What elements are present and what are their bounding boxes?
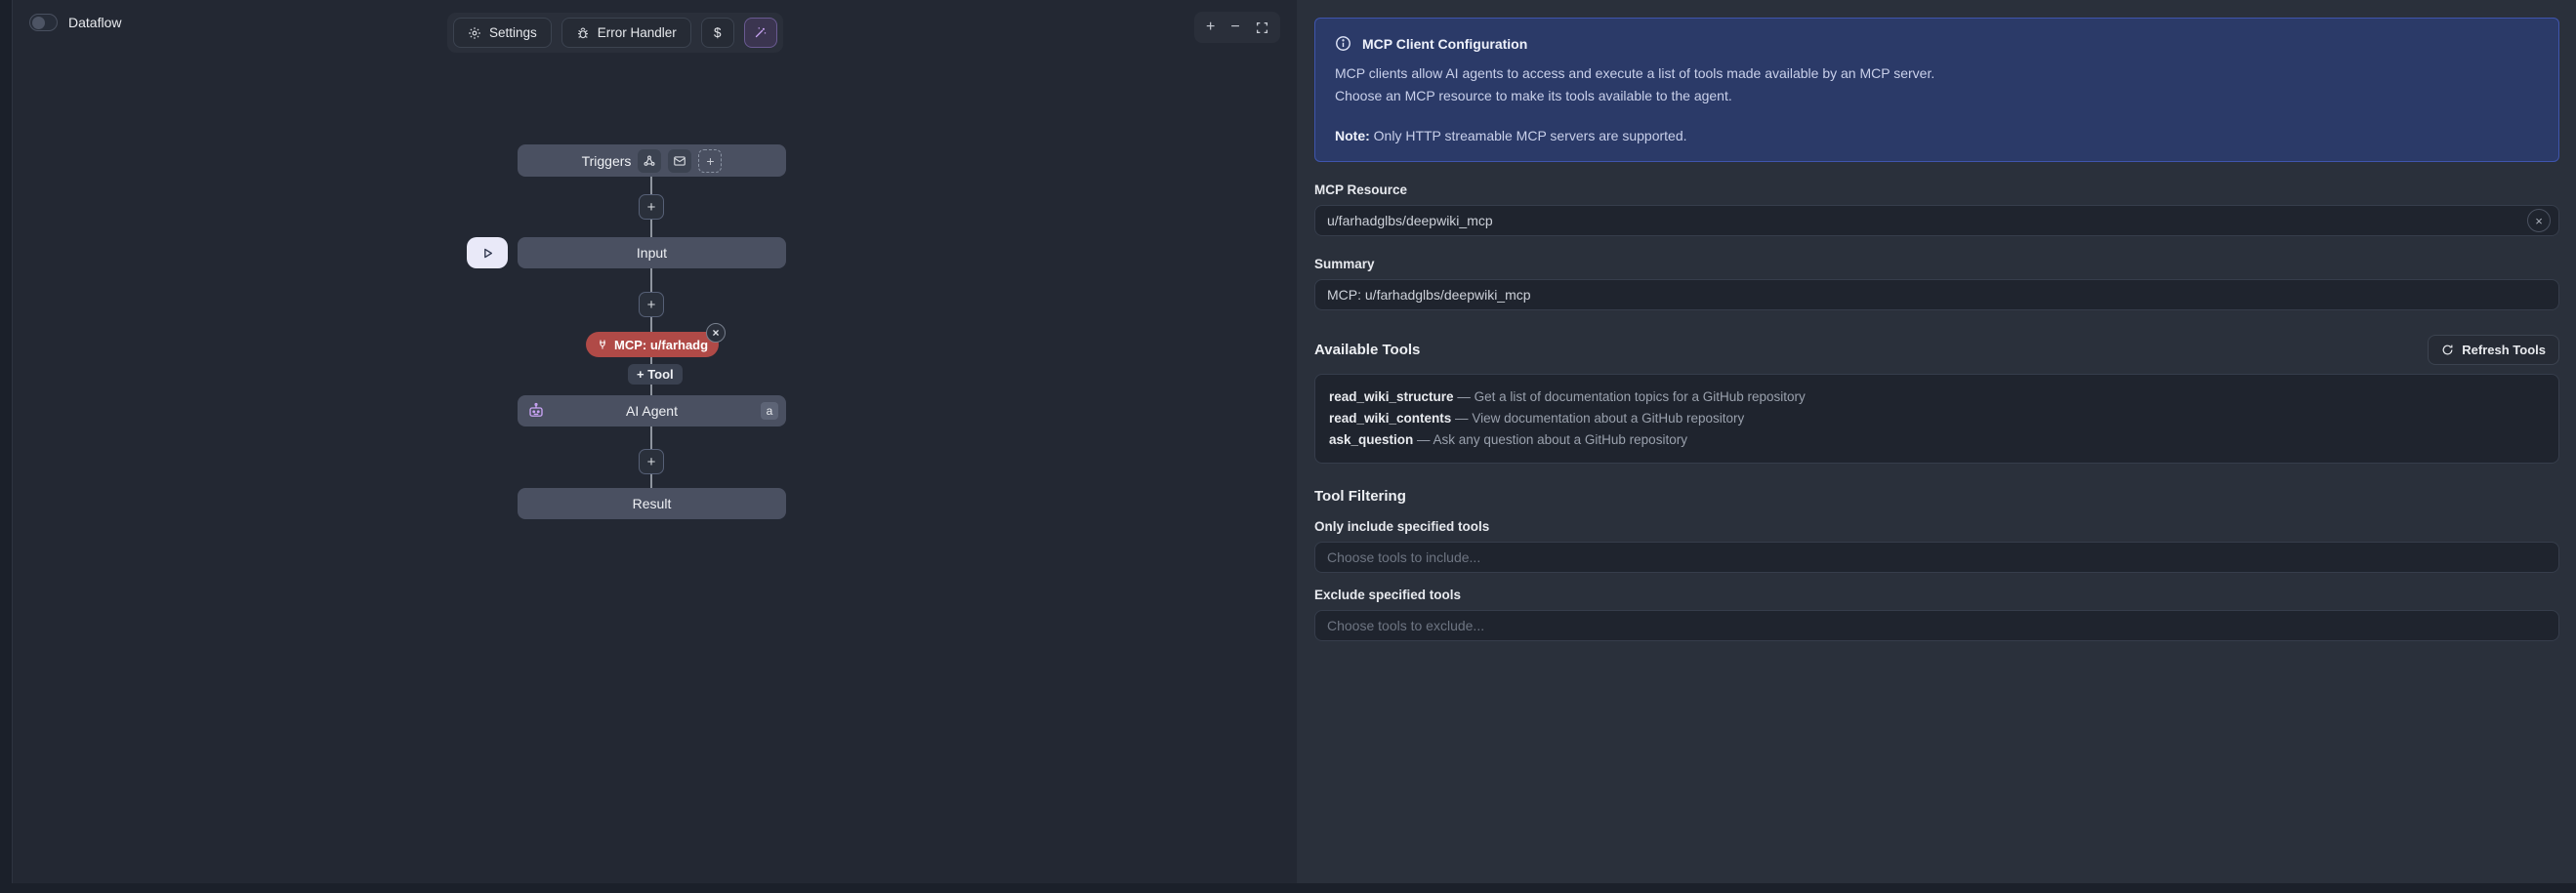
summary-label: Summary xyxy=(1314,257,2559,271)
run-input-button[interactable] xyxy=(467,237,508,268)
input-node[interactable]: Input xyxy=(518,237,786,268)
result-node[interactable]: Result xyxy=(518,488,786,519)
plus-icon: + xyxy=(647,454,656,470)
refresh-tools-label: Refresh Tools xyxy=(2462,343,2546,357)
settings-label: Settings xyxy=(489,25,537,40)
webhook-trigger-button[interactable] xyxy=(638,149,661,173)
tool-name: ask_question xyxy=(1329,432,1413,447)
zoom-out-button[interactable]: − xyxy=(1230,20,1239,35)
mcp-config-panel: MCP Client Configuration MCP clients all… xyxy=(1297,0,2576,883)
clear-mcp-resource-button[interactable]: × xyxy=(2527,209,2551,232)
close-icon: × xyxy=(712,326,719,340)
add-node-button-1[interactable]: + xyxy=(639,194,664,220)
mcp-tool-node[interactable]: MCP: u/farhadgl... × xyxy=(586,332,719,357)
include-tools-input[interactable] xyxy=(1314,542,2559,573)
info-note-text: Only HTTP streamable MCP servers are sup… xyxy=(1370,128,1687,143)
dataflow-toggle-row: Dataflow xyxy=(29,14,121,31)
available-tools-list: read_wiki_structure — Get a list of docu… xyxy=(1314,374,2559,464)
plus-icon: + xyxy=(647,297,656,313)
info-line-1: MCP clients allow AI agents to access an… xyxy=(1335,62,2539,85)
plus-icon: + xyxy=(1206,20,1215,35)
info-box-title: MCP Client Configuration xyxy=(1362,36,1527,52)
input-node-label: Input xyxy=(637,245,667,261)
triggers-node[interactable]: Triggers + xyxy=(518,144,786,177)
mcp-resource-input[interactable] xyxy=(1314,205,2559,236)
toggle-knob xyxy=(32,17,45,29)
tool-row: ask_question — Ask any question about a … xyxy=(1329,429,2545,451)
minus-icon: − xyxy=(1230,20,1239,35)
tool-name: read_wiki_structure xyxy=(1329,389,1454,404)
triggers-label: Triggers xyxy=(582,153,632,169)
ai-assist-button[interactable] xyxy=(744,18,777,48)
mcp-node-label: MCP: u/farhadgl... xyxy=(614,338,708,352)
add-tool-button[interactable]: + Tool xyxy=(628,364,683,385)
email-trigger-button[interactable] xyxy=(668,149,691,173)
tool-name: read_wiki_contents xyxy=(1329,411,1451,426)
ai-agent-label: AI Agent xyxy=(626,403,678,419)
fullscreen-icon xyxy=(1256,21,1268,34)
close-icon: × xyxy=(2535,214,2543,228)
add-tool-label: + Tool xyxy=(637,367,674,382)
available-tools-heading: Available Tools xyxy=(1314,342,1420,358)
result-node-label: Result xyxy=(633,496,672,511)
bottom-edge-strip xyxy=(0,883,2576,893)
mcp-resource-label: MCP Resource xyxy=(1314,183,2559,197)
include-tools-field-wrap xyxy=(1314,542,2559,573)
refresh-icon xyxy=(2441,344,2454,356)
plus-icon: + xyxy=(647,199,656,216)
info-line-2: Choose an MCP resource to make its tools… xyxy=(1335,85,2539,107)
tool-filtering-heading: Tool Filtering xyxy=(1314,488,1406,505)
exclude-tools-field-wrap xyxy=(1314,610,2559,641)
include-tools-label: Only include specified tools xyxy=(1314,519,2559,534)
info-icon xyxy=(1335,35,1351,52)
tool-separator: — xyxy=(1451,411,1472,426)
add-trigger-button[interactable]: + xyxy=(698,149,722,173)
settings-button[interactable]: Settings xyxy=(453,18,552,48)
page-title: Dataflow xyxy=(68,15,121,30)
dataflow-toggle[interactable] xyxy=(29,14,58,31)
bug-icon xyxy=(576,26,590,40)
tool-desc: View documentation about a GitHub reposi… xyxy=(1472,411,1744,426)
tool-row: read_wiki_structure — Get a list of docu… xyxy=(1329,386,2545,408)
add-node-button-2[interactable]: + xyxy=(639,292,664,317)
webhook-icon xyxy=(643,154,656,168)
robot-icon xyxy=(527,402,545,420)
tool-desc: Ask any question about a GitHub reposito… xyxy=(1433,432,1687,447)
magic-wand-icon xyxy=(753,25,768,40)
ai-agent-node[interactable]: AI Agent a xyxy=(518,395,786,426)
left-edge-strip xyxy=(0,0,13,883)
exclude-tools-input[interactable] xyxy=(1314,610,2559,641)
play-icon xyxy=(481,247,494,260)
tool-separator: — xyxy=(1413,432,1433,447)
error-handler-label: Error Handler xyxy=(598,25,677,40)
info-note: Note: Only HTTP streamable MCP servers a… xyxy=(1335,128,2539,143)
mail-icon xyxy=(673,154,686,168)
tool-row: read_wiki_contents — View documentation … xyxy=(1329,408,2545,429)
summary-input[interactable] xyxy=(1314,279,2559,310)
variables-button[interactable]: $ xyxy=(701,18,734,48)
info-note-label: Note: xyxy=(1335,128,1370,143)
fit-view-button[interactable] xyxy=(1256,21,1268,34)
add-node-button-3[interactable]: + xyxy=(639,449,664,474)
error-handler-button[interactable]: Error Handler xyxy=(561,18,691,48)
tool-separator: — xyxy=(1454,389,1475,404)
zoom-controls: + − xyxy=(1194,12,1280,43)
mcp-info-box: MCP Client Configuration MCP clients all… xyxy=(1314,18,2559,162)
summary-field-wrap xyxy=(1314,279,2559,310)
tool-desc: Get a list of documentation topics for a… xyxy=(1475,389,1806,404)
gear-icon xyxy=(468,26,481,40)
plus-icon: + xyxy=(706,153,714,169)
canvas-toolbar: Settings Error Handler $ xyxy=(447,13,783,53)
plug-icon xyxy=(597,339,608,350)
dollar-icon: $ xyxy=(714,25,722,40)
remove-mcp-button[interactable]: × xyxy=(706,323,726,343)
workflow-canvas[interactable]: Dataflow Settings Er xyxy=(13,0,1297,883)
refresh-tools-button[interactable]: Refresh Tools xyxy=(2428,335,2559,365)
agent-badge[interactable]: a xyxy=(761,402,778,420)
app-root: Dataflow Settings Er xyxy=(0,0,2576,893)
exclude-tools-label: Exclude specified tools xyxy=(1314,588,2559,602)
zoom-in-button[interactable]: + xyxy=(1206,20,1215,35)
mcp-resource-field-wrap: × xyxy=(1314,205,2559,236)
